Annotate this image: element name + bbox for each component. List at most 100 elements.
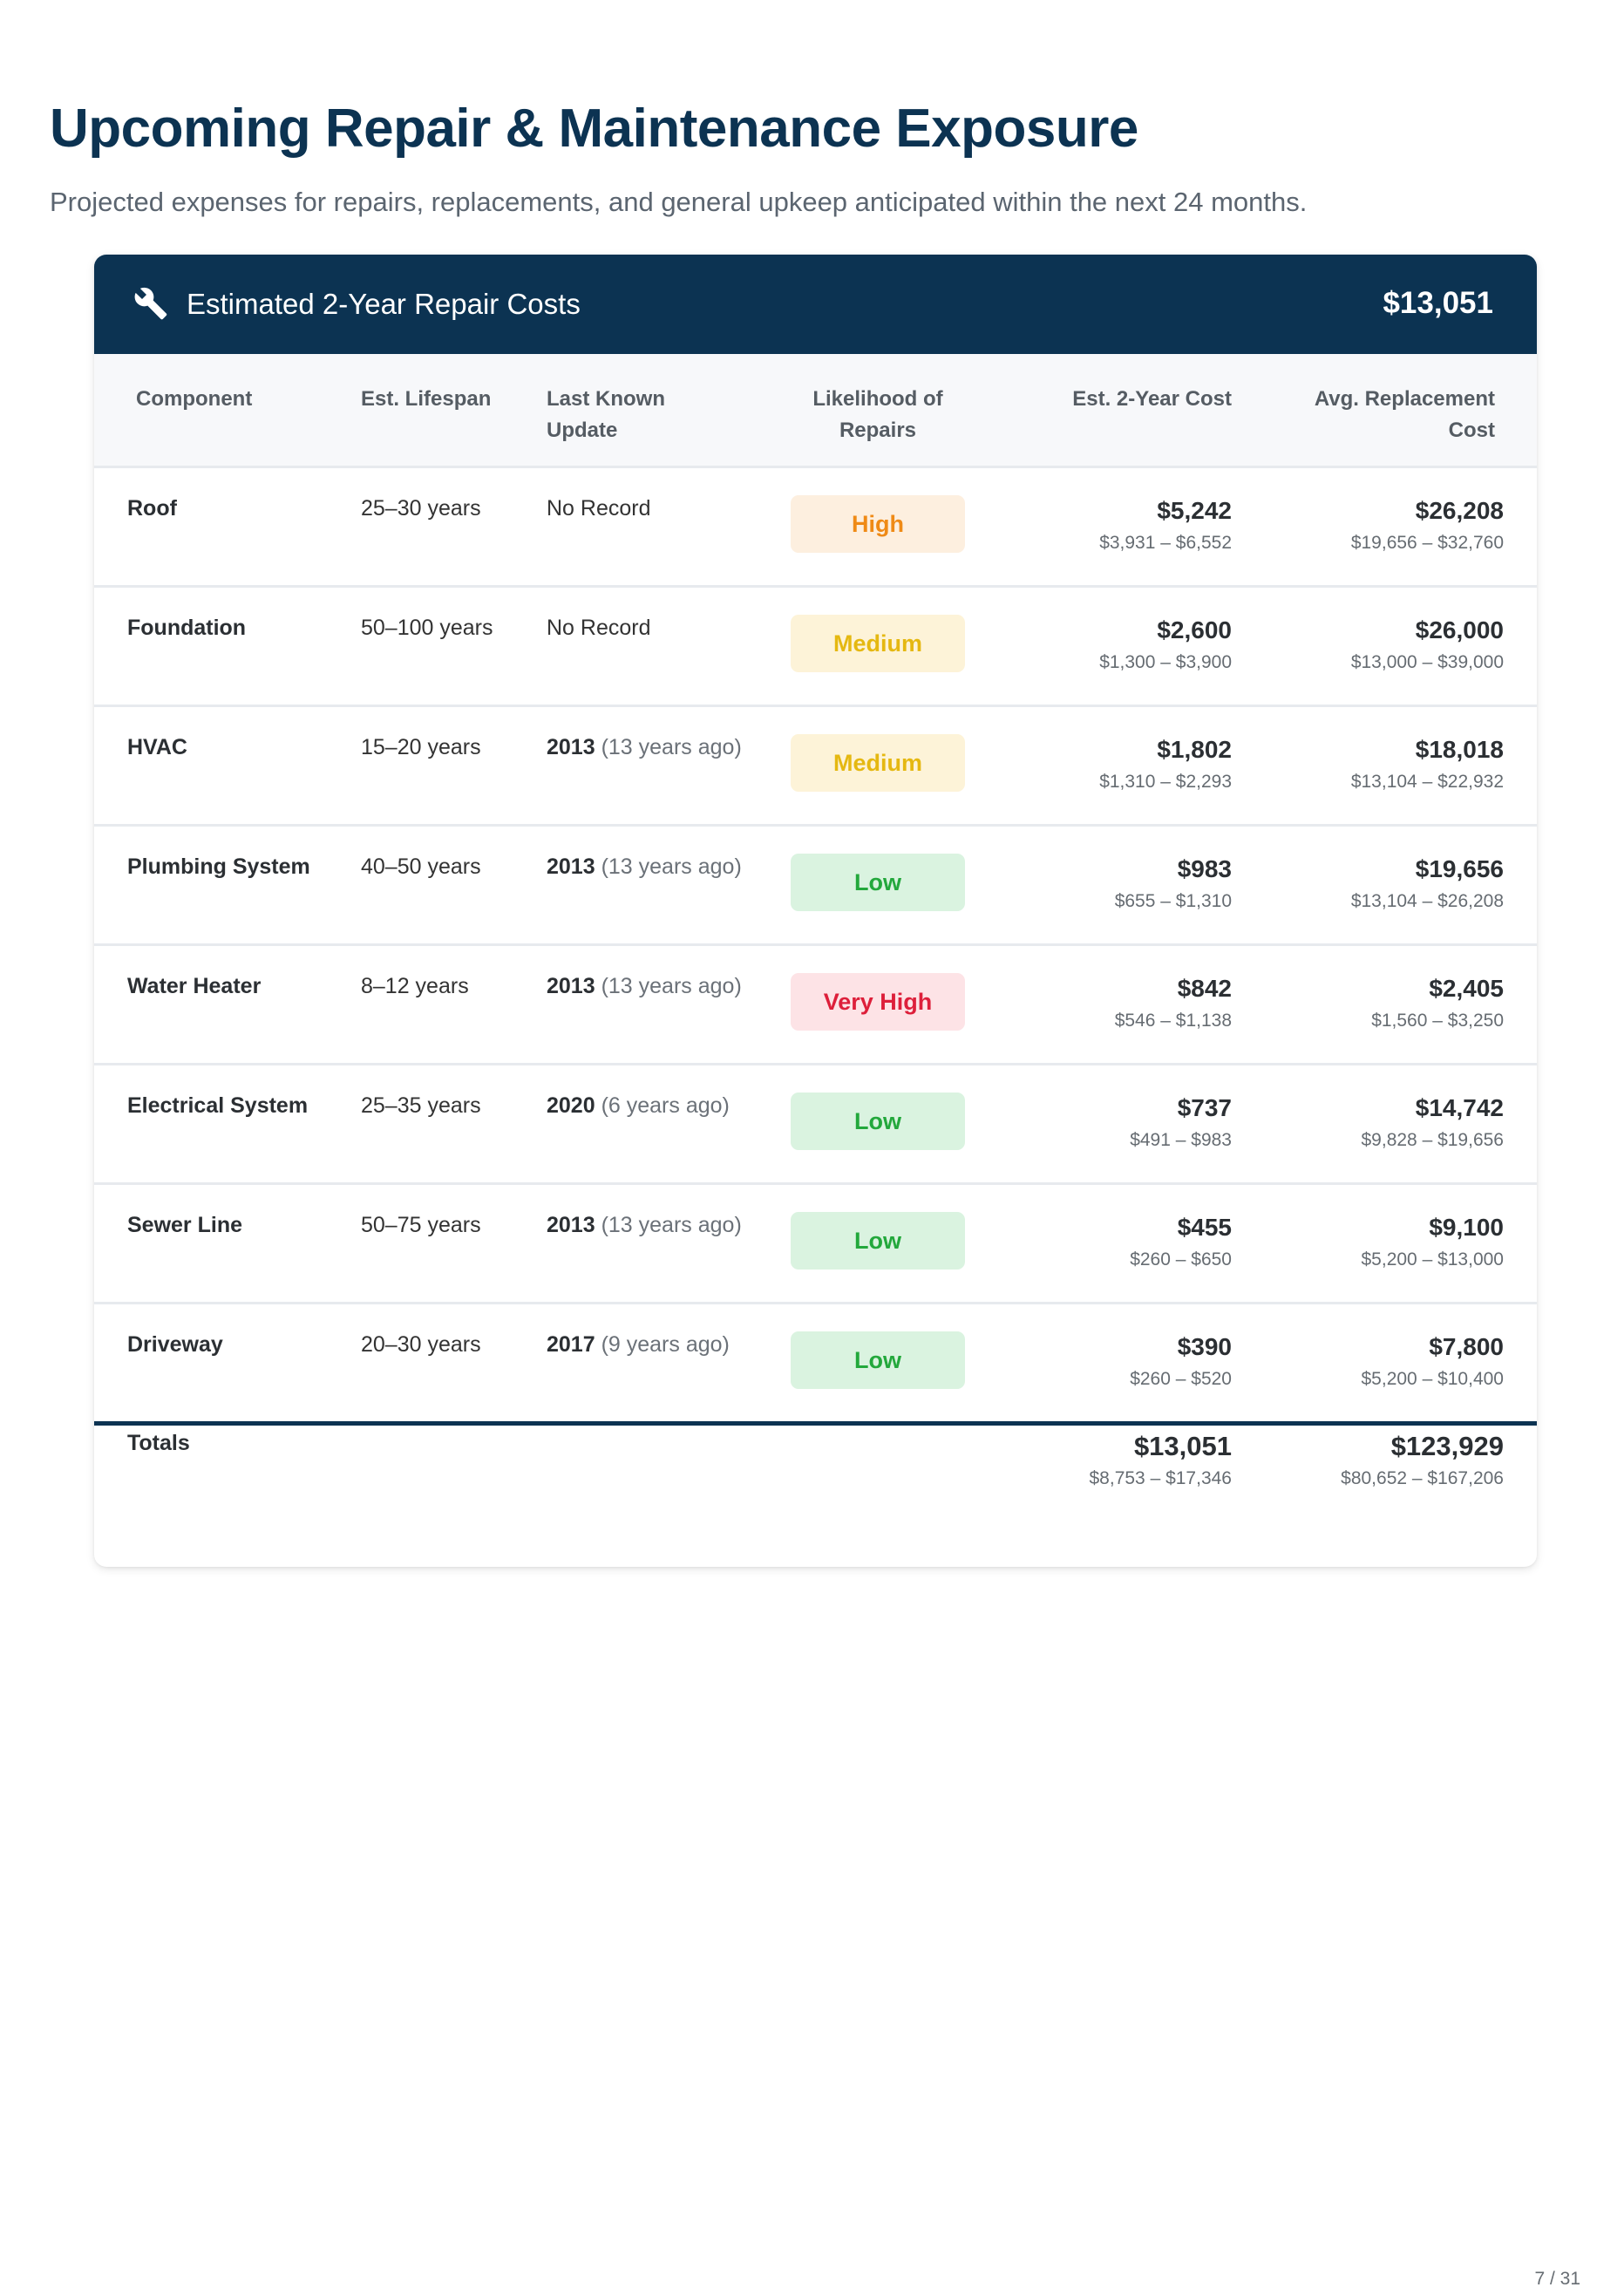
likelihood-badge: High [791,495,965,553]
component-name: Water Heater [127,974,262,998]
column-header-2-year-cost: Est. 2-Year Cost [1072,387,1232,411]
lifespan: 25–35 years [361,1093,481,1118]
totals-cost-value: $13,051 [1133,1431,1232,1461]
cost-range: $260 – $520 [1130,1369,1232,1389]
cost-value: $455 [1177,1214,1232,1241]
replacement-cost: $19,656 $13,104 – $26,208 [1351,854,1504,912]
last-update-year: 2020 [547,1093,595,1118]
component-name: Roof [127,496,177,521]
last-update: 2013 (13 years ago) [547,974,742,999]
card-title: Estimated 2-Year Repair Costs [187,288,581,320]
cost-range: $1,310 – $2,293 [1099,772,1232,792]
cost-value: $2,600 [1157,616,1232,643]
page-title: Upcoming Repair & Maintenance Exposure [50,99,1138,159]
lifespan: 20–30 years [361,1332,481,1357]
replacement-cost: $9,100 $5,200 – $13,000 [1362,1213,1505,1270]
replacement-value: $7,800 [1429,1333,1504,1360]
cost-range: $260 – $650 [1130,1249,1232,1270]
cost-value: $1,802 [1157,736,1232,763]
lifespan: 8–12 years [361,974,469,998]
replacement-value: $2,405 [1429,975,1504,1002]
cost-value: $842 [1177,975,1232,1002]
last-update: 2020 (6 years ago) [547,1093,730,1119]
replacement-range: $5,200 – $10,400 [1361,1369,1505,1389]
two-year-cost: $2,600 $1,300 – $3,900 [1099,616,1232,673]
likelihood-badge: Low [791,1331,965,1389]
replacement-value: $14,742 [1415,1094,1504,1121]
table-body: Roof 25–30 years No Record High $5,242 $3,931… [94,468,1537,1426]
cost-value: $390 [1177,1333,1232,1360]
cost-range: $655 – $1,310 [1114,891,1232,911]
lifespan: 50–100 years [361,616,493,640]
cost-range: $1,300 – $3,900 [1099,652,1232,672]
cost-range: $546 – $1,138 [1114,1011,1232,1031]
wrench-icon [134,287,167,320]
two-year-cost: $5,242 $3,931 – $6,552 [1099,496,1232,554]
last-update: 2013 (13 years ago) [547,735,742,760]
last-update: No Record [547,496,651,521]
lifespan: 25–30 years [361,496,481,521]
totals-replacement-value: $123,929 [1390,1431,1504,1461]
replacement-range: $13,000 – $39,000 [1350,652,1504,672]
two-year-cost: $983 $655 – $1,310 [1115,854,1232,912]
lifespan: 50–75 years [361,1213,481,1237]
last-update-year: 2017 [547,1332,595,1357]
replacement-range: $13,104 – $26,208 [1350,891,1504,911]
column-header-likelihood: Likelihood of Repairs [812,387,943,442]
table-row: Foundation 50–100 years No Record Medium $2,… [94,588,1537,707]
last-update-year: 2013 [547,1213,595,1237]
replacement-cost: $2,405 $1,560 – $3,250 [1371,974,1504,1031]
totals-replacement-range: $80,652 – $167,206 [1341,1468,1504,1488]
table-row: Plumbing System 40–50 years 2013 (13 years… [94,827,1537,946]
table-header: Component Est. Lifespan Last Known Updat… [94,354,1537,468]
totals-label: Totals [127,1431,190,1455]
replacement-cost: $26,208 $19,656 – $32,760 [1351,496,1504,554]
last-update-text: No Record [547,496,651,521]
replacement-range: $1,560 – $3,250 [1371,1011,1504,1031]
column-header-replacement-cost: Avg. Replacement Cost [1314,387,1495,442]
last-update-ago: (9 years ago) [601,1332,730,1357]
column-header-last-update: Last Known Update [547,387,665,442]
two-year-cost: $1,802 $1,310 – $2,293 [1099,735,1232,793]
lifespan: 40–50 years [361,854,481,879]
cost-value: $5,242 [1157,497,1232,524]
cost-value: $737 [1177,1094,1232,1121]
table-row: Water Heater 8–12 years 2013 (13 years ago… [94,946,1537,1065]
replacement-range: $9,828 – $19,656 [1361,1130,1505,1150]
replacement-cost: $26,000 $13,000 – $39,000 [1351,616,1504,673]
two-year-cost: $842 $546 – $1,138 [1115,974,1232,1031]
last-update: 2013 (13 years ago) [547,1213,742,1238]
last-update-text: No Record [547,616,651,640]
last-update: 2017 (9 years ago) [547,1332,730,1358]
last-update-ago: (13 years ago) [601,1213,742,1237]
last-update-year: 2013 [547,735,595,759]
likelihood-badge: Low [791,854,965,911]
last-update-year: 2013 [547,974,595,998]
last-update: No Record [547,616,651,641]
replacement-cost: $14,742 $9,828 – $19,656 [1362,1093,1505,1151]
likelihood-badge: Very High [791,973,965,1031]
page-number: 7 / 31 [1534,2269,1580,2289]
card-total: $13,051 [1383,286,1493,320]
replacement-value: $26,000 [1415,616,1504,643]
last-update-ago: (13 years ago) [601,854,742,879]
replacement-cost: $18,018 $13,104 – $22,932 [1351,735,1504,793]
cost-range: $3,931 – $6,552 [1099,533,1232,553]
replacement-range: $19,656 – $32,760 [1350,533,1504,553]
component-name: Electrical System [127,1093,309,1118]
column-header-lifespan: Est. Lifespan [361,387,492,411]
lifespan: 15–20 years [361,735,481,759]
two-year-cost: $737 $491 – $983 [1130,1093,1232,1151]
last-update: 2013 (13 years ago) [547,854,742,880]
totals-2-year-cost: $13,051 $8,753 – $17,346 [1090,1432,1233,1489]
two-year-cost: $390 $260 – $520 [1130,1332,1232,1390]
likelihood-badge: Medium [791,734,965,792]
table-row: Electrical System 25–35 years 2020 (6 year… [94,1065,1537,1185]
likelihood-badge: Low [791,1212,965,1270]
component-name: Driveway [127,1332,223,1357]
replacement-value: $26,208 [1415,497,1504,524]
replacement-cost: $7,800 $5,200 – $10,400 [1362,1332,1505,1390]
totals-replacement-cost: $123,929 $80,652 – $167,206 [1341,1432,1504,1489]
replacement-value: $9,100 [1429,1214,1504,1241]
replacement-range: $5,200 – $13,000 [1361,1249,1505,1270]
